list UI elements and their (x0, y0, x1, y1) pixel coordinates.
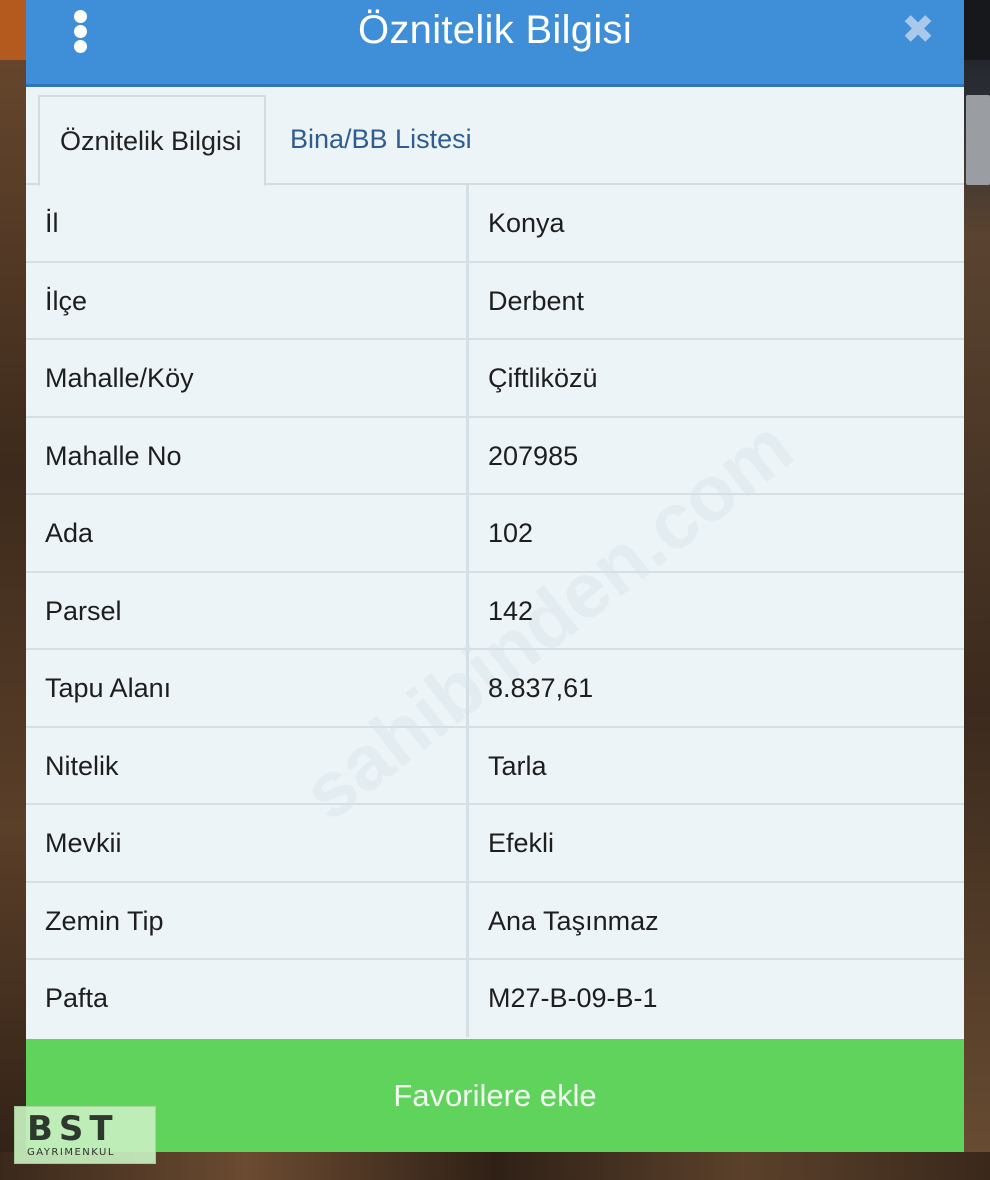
table-row: Tapu Alanı 8.837,61 (26, 650, 964, 728)
attribute-value: 102 (488, 518, 534, 548)
attribute-label: Mevkii (45, 828, 122, 858)
attribute-label: Ada (45, 518, 94, 548)
attribute-label: İlçe (45, 285, 88, 316)
table-row: Nitelik Tarla (26, 728, 964, 805)
tab-bar: Öznitelik Bilgisi Bina/BB Listesi (26, 87, 964, 187)
attribute-value: 207985 (488, 440, 579, 471)
logo-sub-text: GAYRIMENKUL (27, 1147, 115, 1158)
column-divider (466, 185, 469, 1037)
attribute-label: Zemin Tip (45, 905, 164, 936)
attribute-dialog: Öznitelik Bilgisi ✖ Öznitelik Bilgisi Bi… (26, 0, 964, 1152)
table-row: Ada 102 (26, 495, 964, 573)
table-row: Zemin Tip Ana Taşınmaz (26, 883, 964, 960)
attribute-label: Tapu Alanı (45, 673, 172, 703)
attribute-label: Parsel (45, 595, 122, 626)
map-background-right-top (964, 0, 990, 60)
close-icon[interactable]: ✖ (896, 8, 940, 52)
company-logo: BST GAYRIMENKUL (14, 1106, 156, 1164)
table-row: Parsel 142 (26, 573, 964, 650)
attribute-label: Pafta (45, 983, 109, 1013)
table-row: Mevkii Efekli (26, 805, 964, 883)
map-background-left-top (0, 0, 26, 60)
map-background-left (0, 0, 26, 1180)
logo-main-text: BST (27, 1109, 119, 1149)
attribute-value: Çiftliközü (488, 363, 598, 393)
attribute-value: Efekli (488, 828, 555, 858)
attribute-label: İl (45, 208, 59, 238)
tab-attribute-info[interactable]: Öznitelik Bilgisi (38, 95, 266, 187)
table-row: İl Konya (26, 185, 964, 263)
attribute-value: Ana Taşınmaz (488, 905, 659, 936)
attribute-label: Nitelik (45, 750, 119, 781)
table-row: Mahalle No 207985 (26, 418, 964, 495)
attribute-label: Mahalle No (45, 440, 182, 471)
table-row: Pafta M27-B-09-B-1 (26, 960, 964, 1036)
dialog-header: Öznitelik Bilgisi ✖ (26, 0, 964, 87)
attribute-table: İl Konya İlçe Derbent Mahalle/Köy Çiftli… (26, 185, 964, 1036)
page-scrollbar[interactable] (966, 95, 990, 185)
attribute-label: Mahalle/Köy (45, 363, 194, 393)
attribute-value: Konya (488, 208, 565, 238)
tab-building-list[interactable]: Bina/BB Listesi (270, 95, 492, 183)
attribute-value: M27-B-09-B-1 (488, 983, 658, 1013)
add-to-favorites-button[interactable]: Favorilere ekle (26, 1039, 964, 1152)
attribute-value: 142 (488, 595, 534, 626)
attribute-value: Derbent (488, 285, 585, 316)
attribute-value: Tarla (488, 750, 547, 781)
table-row: İlçe Derbent (26, 263, 964, 340)
table-row: Mahalle/Köy Çiftliközü (26, 340, 964, 418)
attribute-value: 8.837,61 (488, 673, 594, 703)
dialog-title: Öznitelik Bilgisi (357, 8, 633, 52)
